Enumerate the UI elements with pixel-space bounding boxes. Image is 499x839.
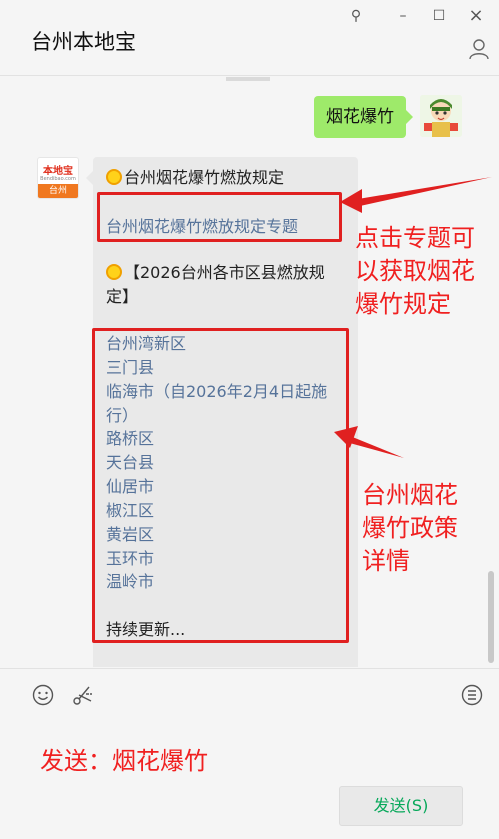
chat-scrollbar[interactable] — [488, 571, 494, 663]
send-button[interactable]: 发送(S) — [339, 786, 463, 826]
close-button[interactable]: × — [466, 6, 486, 26]
avatar-city-label: 台州 — [38, 184, 78, 198]
section-title-cont: 定】 — [106, 287, 139, 306]
bot-avatar[interactable]: 本地宝 Bendibao.com 台州 — [37, 157, 79, 199]
message-input[interactable]: 发送：烟花爆竹 — [40, 741, 208, 776]
annotation-arrow-icon — [334, 426, 404, 458]
title-bar: 台州本地宝 ⚲ – ☐ × — [0, 0, 499, 76]
highlight-box-districts — [92, 328, 349, 643]
chat-title: 台州本地宝 — [31, 30, 136, 54]
annotation-arrow-icon — [340, 177, 492, 213]
highlight-box-topic — [97, 192, 342, 242]
scissors-icon[interactable] — [71, 683, 95, 707]
load-more-tab[interactable] — [226, 77, 270, 81]
chat-area[interactable]: 烟花爆竹 本地宝 Bendibao.com 台州 台州烟花爆竹燃放规定 台州烟花… — [0, 77, 499, 667]
annotation-topic-note: 点击专题可 以获取烟花 爆竹规定 — [355, 224, 475, 318]
sun-emoji-icon — [106, 169, 122, 185]
minimize-button[interactable]: – — [393, 6, 413, 26]
cartoon-avatar-icon — [420, 95, 462, 137]
section-title: 【2026台州各市区县燃放规 — [106, 261, 325, 285]
history-icon[interactable] — [460, 683, 484, 707]
maximize-button[interactable]: ☐ — [429, 6, 449, 26]
emoji-icon[interactable] — [31, 683, 55, 707]
message-heading: 台州烟花爆竹燃放规定 — [106, 166, 284, 190]
sun-emoji-icon — [106, 264, 122, 280]
pin-icon[interactable]: ⚲ — [346, 6, 366, 26]
user-profile-icon[interactable] — [468, 38, 490, 60]
annotation-detail-note: 台州烟花 爆竹政策 详情 — [362, 481, 458, 575]
my-message-bubble[interactable]: 烟花爆竹 — [314, 96, 413, 138]
avatar-logo-text: 本地宝 — [43, 166, 73, 177]
input-area[interactable]: 发送：烟花爆竹 发送(S) — [0, 668, 499, 839]
avatar-logo-sub: Bendibao.com — [40, 176, 76, 182]
my-avatar[interactable] — [420, 95, 462, 137]
